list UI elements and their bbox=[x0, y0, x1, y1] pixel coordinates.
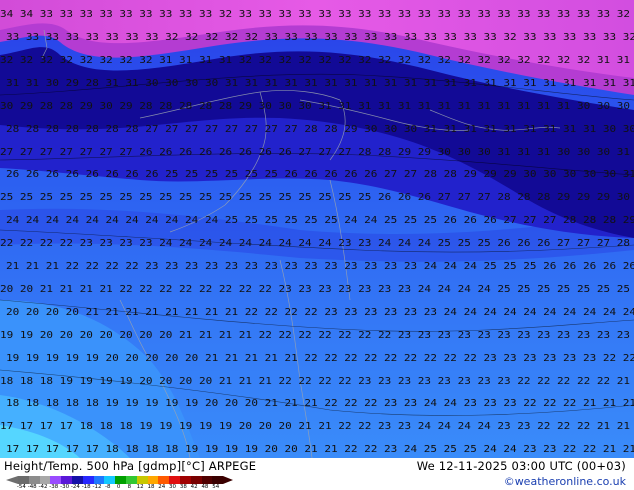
temperature-label-row: 25 25 25 25 25 25 25 25 25 25 25 25 25 2… bbox=[0, 192, 630, 203]
colorbar-segment bbox=[93, 476, 105, 484]
colorbar-label: 8 bbox=[127, 484, 132, 490]
colorbar-label: -24 bbox=[70, 484, 80, 490]
map-title: Height/Temp. 500 hPa [gdmp][°C] ARPEGE bbox=[4, 459, 257, 473]
colorbar-segment bbox=[147, 476, 159, 484]
colorbar-labels: -54 -48 -42 -38 -30 -24 -18 -12 -8 0 8 12 18 24 30 38 42… bbox=[16, 484, 221, 490]
colorbar-label: 30 bbox=[169, 484, 177, 490]
colorbar-segment bbox=[104, 476, 116, 484]
colorbar-segment bbox=[82, 476, 94, 484]
colorbar-label: -42 bbox=[38, 484, 48, 490]
colorbar-segment bbox=[28, 476, 40, 484]
valid-time: We 12-11-2025 03:00 UTC (00+03) bbox=[416, 459, 626, 473]
colorbar-label: -12 bbox=[92, 484, 102, 490]
colorbar-label: -18 bbox=[81, 484, 91, 490]
colorbar-segment bbox=[136, 476, 148, 484]
temperature-label-row: 34 34 33 33 33 33 33 33 33 33 33 32 33 3… bbox=[0, 9, 630, 20]
colorbar-label: 42 bbox=[190, 484, 198, 490]
weather-map-frame: 34 34 33 33 33 33 33 33 33 33 33 32 33 3… bbox=[0, 0, 634, 490]
colorbar-label: 0 bbox=[116, 484, 121, 490]
colorbar-label: 24 bbox=[158, 484, 166, 490]
colorbar-segment bbox=[61, 476, 72, 484]
map-canvas: 34 34 33 33 33 33 33 33 33 33 33 32 33 3… bbox=[0, 0, 634, 458]
temperature-label-row: 18 18 18 18 18 19 19 19 19 19 20 20 20 2… bbox=[6, 398, 634, 409]
temperature-label-row: 19 19 20 20 20 20 20 20 20 21 21 21 21 2… bbox=[0, 330, 630, 341]
colorbar-segment bbox=[50, 476, 62, 484]
colorbar-segment bbox=[201, 476, 213, 484]
temperature-label-row: 27 27 27 27 27 27 27 26 26 26 26 26 26 2… bbox=[0, 147, 630, 158]
colorbar-segment bbox=[169, 476, 180, 484]
map-footer: Height/Temp. 500 hPa [gdmp][°C] ARPEGE W… bbox=[0, 458, 634, 490]
colorbar-arrow-left bbox=[6, 476, 18, 484]
temperature-label-row: 18 18 18 19 19 19 19 20 20 20 20 21 21 2… bbox=[0, 376, 630, 387]
colorbar-segment bbox=[115, 476, 126, 484]
colorbar-arrow-right bbox=[223, 476, 234, 484]
temperature-label-row: 20 20 20 20 21 21 21 21 21 21 21 21 22 2… bbox=[6, 307, 634, 318]
temperature-label-row: 19 19 19 19 19 20 20 20 20 20 21 21 21 2… bbox=[6, 353, 634, 364]
temperature-label-row: 17 17 17 17 17 18 18 18 18 19 19 19 19 2… bbox=[6, 444, 634, 455]
colorbar-label: 12 bbox=[136, 484, 144, 490]
colorbar-segment bbox=[18, 476, 29, 484]
colorbar-label: -30 bbox=[60, 484, 70, 490]
temperature-label-row: 33 33 33 33 33 33 33 33 32 32 32 32 32 3… bbox=[6, 32, 634, 43]
temperature-label-row: 20 20 21 21 21 21 22 22 22 22 22 22 22 2… bbox=[0, 284, 630, 295]
temperature-label-row: 30 29 28 28 29 30 29 28 28 28 28 28 29 3… bbox=[0, 101, 630, 112]
temperature-label-row: 32 32 32 32 32 32 32 32 31 31 31 31 32 3… bbox=[0, 55, 630, 66]
colorbar-label: 54 bbox=[212, 484, 220, 490]
colorbar-label: 38 bbox=[179, 484, 187, 490]
temperature-label-row: 26 26 26 26 26 26 26 26 25 25 25 25 25 2… bbox=[6, 169, 634, 180]
colorbar-label: -54 bbox=[16, 484, 26, 490]
temperature-label-row: 17 17 17 17 18 18 18 19 19 19 19 19 20 2… bbox=[0, 421, 630, 432]
colorbar-segment bbox=[39, 476, 51, 484]
temperature-label-row: 21 21 21 22 22 22 22 23 23 23 23 23 23 2… bbox=[6, 261, 634, 272]
colorbar-segment bbox=[179, 476, 191, 484]
colorbar-segment bbox=[71, 476, 83, 484]
credit-link[interactable]: ©weatheronline.co.uk bbox=[504, 475, 626, 488]
colorbar-segment bbox=[190, 476, 202, 484]
map-area: 34 34 33 33 33 33 33 33 33 33 33 32 33 3… bbox=[0, 0, 634, 458]
colorbar-label: -8 bbox=[105, 484, 111, 490]
colorbar-label: -48 bbox=[27, 484, 37, 490]
temperature-label-row: 24 24 24 24 24 24 24 24 24 24 24 25 25 2… bbox=[6, 215, 634, 226]
temperature-label-row: 28 28 28 28 28 28 28 27 27 27 27 27 27 2… bbox=[6, 124, 634, 135]
colorbar-label: -38 bbox=[49, 484, 59, 490]
colorbar-segment bbox=[125, 476, 137, 484]
colorbar-segment bbox=[212, 476, 224, 484]
colorbar-label: 48 bbox=[201, 484, 209, 490]
colorbar bbox=[18, 476, 224, 484]
temperature-label-row: 22 22 22 22 23 23 23 23 24 24 24 24 24 2… bbox=[0, 238, 630, 249]
colorbar-segment bbox=[158, 476, 170, 484]
colorbar-label: 18 bbox=[147, 484, 155, 490]
temperature-label-row: 31 31 30 29 28 31 31 30 30 30 30 31 31 3… bbox=[6, 78, 634, 89]
